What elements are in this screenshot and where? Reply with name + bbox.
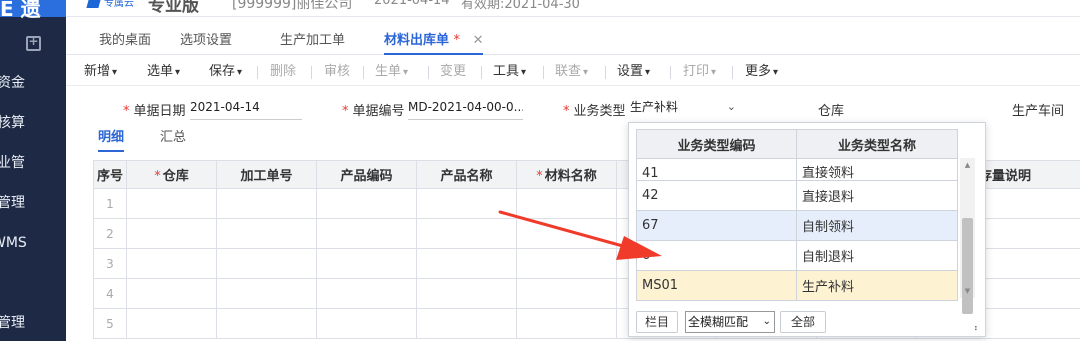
- annotation-arrow-icon: [498, 210, 662, 260]
